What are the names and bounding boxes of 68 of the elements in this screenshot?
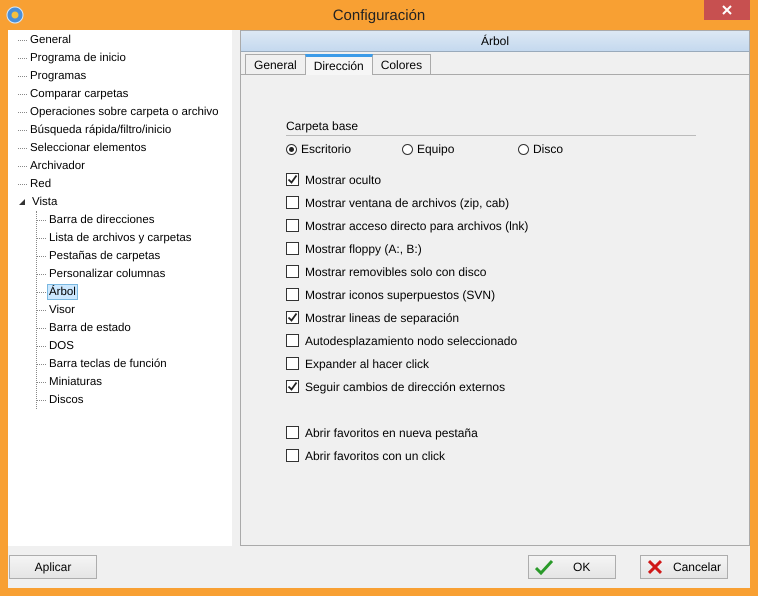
checkbox-label[interactable]: Seguir cambios de dirección externos <box>305 380 506 394</box>
expander-icon[interactable] <box>18 198 26 206</box>
checkbox-label[interactable]: Abrir favoritos en nueva pestaña <box>305 426 478 440</box>
checkbox[interactable] <box>286 426 299 439</box>
tree-item[interactable]: Visor <box>47 302 77 318</box>
tree-item[interactable]: Programa de inicio <box>28 50 128 66</box>
tree-item[interactable]: Red <box>28 176 54 192</box>
checkbox[interactable] <box>286 173 299 186</box>
check-icon <box>287 312 298 323</box>
checkbox[interactable] <box>286 219 299 232</box>
check-icon <box>287 381 298 392</box>
tree-item[interactable]: DOS <box>47 338 76 354</box>
apply-button[interactable]: Aplicar <box>9 555 97 579</box>
checkbox-label[interactable]: Abrir favoritos con un click <box>305 448 446 462</box>
close-button[interactable] <box>704 0 750 20</box>
tab[interactable]: Dirección <box>304 54 373 75</box>
tree-item[interactable]: Operaciones sobre carpeta o archivo <box>28 104 221 120</box>
cross-icon <box>647 559 663 575</box>
tab[interactable]: General <box>245 54 306 74</box>
panel-header: Árbol <box>241 31 749 52</box>
checkbox[interactable] <box>286 334 299 347</box>
radio-button[interactable] <box>518 144 529 154</box>
ok-button[interactable]: OK <box>528 555 616 579</box>
tab[interactable]: Colores <box>372 54 432 74</box>
checkbox[interactable] <box>286 196 299 209</box>
checkbox-label[interactable]: Mostrar removibles solo con disco <box>305 264 486 278</box>
close-icon <box>722 5 732 15</box>
checkbox[interactable] <box>286 380 299 393</box>
tree-item[interactable]: Lista de archivos y carpetas <box>47 230 194 246</box>
tree-item[interactable]: Árbol <box>47 284 78 300</box>
checkbox[interactable] <box>286 311 299 324</box>
cancel-button[interactable]: Cancelar <box>640 555 728 579</box>
checkbox[interactable] <box>286 357 299 370</box>
checkbox-label[interactable]: Mostrar oculto <box>305 172 382 186</box>
radio-button[interactable] <box>286 144 297 154</box>
radio-label[interactable]: Escritorio <box>301 142 352 156</box>
section-label: Carpeta base <box>286 119 696 136</box>
checkbox[interactable] <box>286 242 299 255</box>
tree-item[interactable]: Barra de estado <box>47 320 133 336</box>
checkbox-label[interactable]: Expander al hacer click <box>305 356 430 370</box>
window-title: Configuración <box>332 6 426 24</box>
tree-item[interactable]: Búsqueda rápida/filtro/inicio <box>28 122 174 138</box>
check-icon <box>535 559 553 575</box>
checkbox-label[interactable]: Mostrar lineas de separación <box>305 310 460 324</box>
tree-item[interactable]: Pestañas de carpetas <box>47 248 162 264</box>
checkbox[interactable] <box>286 288 299 301</box>
tree-item[interactable]: Vista <box>30 194 60 210</box>
checkbox-label[interactable]: Mostrar floppy (A:, B:) <box>305 242 422 256</box>
checkbox-label[interactable]: Mostrar ventana de archivos (zip, cab) <box>305 196 510 210</box>
tree-item[interactable]: Archivador <box>28 158 87 174</box>
checkbox-label[interactable]: Mostrar acceso directo para archivos (lnk) <box>305 218 528 232</box>
tree-item[interactable]: Discos <box>47 392 86 408</box>
checkbox-label[interactable]: Mostrar iconos superpuestos (SVN) <box>305 288 496 302</box>
tree-item[interactable]: Barra teclas de función <box>47 356 169 372</box>
radio-label[interactable]: Disco <box>533 142 564 156</box>
tree-item[interactable]: Barra de direcciones <box>47 212 156 228</box>
tree-item[interactable]: Miniaturas <box>47 374 104 390</box>
tree-item[interactable]: Comparar carpetas <box>28 86 130 102</box>
checkbox-label[interactable]: Autodesplazamiento nodo seleccionado <box>305 334 518 348</box>
tree-item[interactable]: Personalizar columnas <box>47 266 168 282</box>
tree-item[interactable]: Seleccionar elementos <box>28 140 148 156</box>
radio-label[interactable]: Equipo <box>417 142 454 156</box>
radio-button[interactable] <box>402 144 413 154</box>
tree-item[interactable]: Programas <box>28 68 88 84</box>
checkbox[interactable] <box>286 449 299 462</box>
tree-item[interactable]: General <box>28 32 73 48</box>
checkbox[interactable] <box>286 265 299 278</box>
check-icon <box>287 174 298 185</box>
